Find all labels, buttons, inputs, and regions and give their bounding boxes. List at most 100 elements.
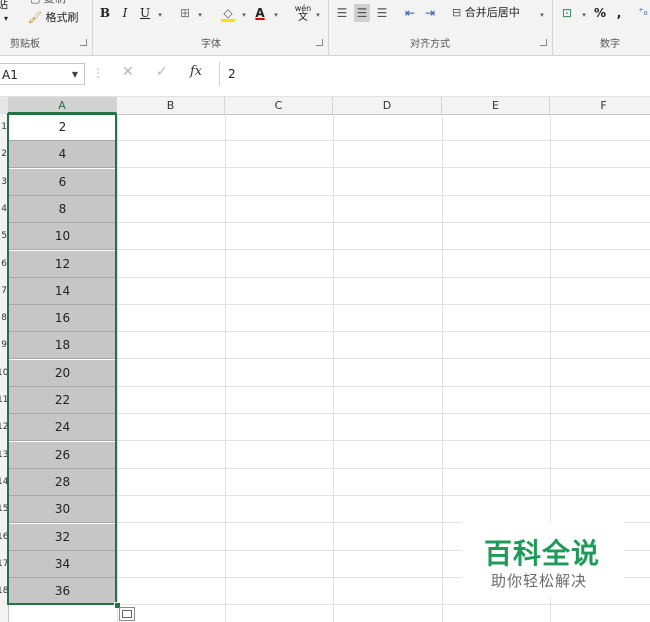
cell-a15[interactable]: 30 — [8, 496, 117, 523]
cancel-entry-icon[interactable]: ✕ — [122, 64, 134, 80]
cell-a8[interactable]: 16 — [8, 305, 117, 332]
paste-label: 粘贴 — [0, 0, 8, 11]
cell-a4[interactable]: 8 — [8, 196, 117, 223]
cell-a5[interactable]: 10 — [8, 223, 117, 250]
align-right-icon[interactable]: ☰ — [374, 4, 390, 22]
font-color-dropdown-icon[interactable]: ▾ — [270, 4, 280, 22]
row-header[interactable]: 12 — [0, 422, 8, 432]
accounting-format-icon[interactable]: ⊡ — [558, 4, 576, 22]
row-header[interactable]: 6 — [0, 259, 7, 269]
percent-button[interactable]: % — [592, 4, 608, 22]
cell-a16[interactable]: 32 — [8, 524, 117, 551]
ribbon: 粘贴 ▾ ▢ 复制 🖌 格式刷 剪贴板 B I U ▾ ⊞ ▾ ◇ ▾ A ▾ … — [0, 0, 650, 56]
row-header[interactable]: 14 — [0, 477, 8, 487]
name-box-dropdown-icon[interactable]: ▼ — [72, 64, 78, 86]
merge-dropdown-icon[interactable]: ▾ — [536, 4, 546, 22]
column-header-c[interactable]: C — [225, 97, 333, 114]
column-header-d[interactable]: D — [333, 97, 442, 114]
comma-button[interactable]: , — [614, 4, 624, 22]
borders-dropdown-icon[interactable]: ▾ — [194, 4, 204, 22]
group-divider — [92, 0, 93, 55]
row-header[interactable]: 1 — [0, 122, 7, 132]
format-painter-button[interactable]: 🖌 格式刷 — [28, 11, 78, 25]
font-group-label: 字体 — [201, 39, 221, 50]
formula-bar-splitter-icon[interactable]: ⋮ — [92, 66, 104, 80]
row-header[interactable]: 13 — [0, 450, 8, 460]
borders-icon[interactable]: ⊞ — [178, 4, 192, 22]
paste-dropdown-icon[interactable]: ▾ — [4, 12, 8, 26]
copy-icon: ▢ — [30, 0, 40, 5]
row-header[interactable]: 2 — [0, 149, 7, 159]
copy-label: 复制 — [44, 0, 66, 5]
name-box-value: A1 — [2, 68, 18, 82]
cell-a2[interactable]: 4 — [8, 141, 117, 168]
row-header[interactable]: 9 — [0, 340, 7, 350]
merge-center-button[interactable]: ⊟ 合并后居中 — [452, 4, 532, 22]
grid-line — [333, 114, 334, 622]
formula-input[interactable]: 2 — [219, 62, 650, 86]
insert-function-icon[interactable]: fx — [190, 64, 202, 79]
grid-line — [225, 114, 226, 622]
underline-button[interactable]: U — [138, 4, 152, 22]
row-header[interactable]: 17 — [0, 559, 8, 569]
group-divider — [328, 0, 329, 55]
row-header[interactable]: 5 — [0, 231, 7, 241]
underline-dropdown-icon[interactable]: ▾ — [154, 4, 164, 22]
row-header[interactable]: 8 — [0, 313, 7, 323]
alignment-dialog-launcher-icon[interactable] — [540, 39, 547, 46]
formula-bar: A1 ▼ ⋮ ✕ ✓ fx 2 — [0, 56, 650, 97]
cell-a6[interactable]: 12 — [8, 251, 117, 278]
cell-a10[interactable]: 20 — [8, 360, 117, 387]
row-header[interactable]: 3 — [0, 177, 7, 187]
cell-a12[interactable]: 24 — [8, 414, 117, 441]
clipboard-dialog-launcher-icon[interactable] — [80, 39, 87, 46]
row-header[interactable]: 11 — [0, 395, 8, 405]
font-color-icon[interactable]: A — [252, 4, 268, 22]
confirm-entry-icon[interactable]: ✓ — [156, 64, 168, 80]
cell-a14[interactable]: 28 — [8, 469, 117, 496]
column-header-e[interactable]: E — [442, 97, 550, 114]
column-header-a[interactable]: A — [8, 97, 117, 114]
cell-a11[interactable]: 22 — [8, 387, 117, 414]
row-header[interactable]: 7 — [0, 286, 7, 296]
name-box[interactable]: A1 ▼ — [0, 63, 85, 85]
fill-color-dropdown-icon[interactable]: ▾ — [238, 4, 248, 22]
group-divider — [552, 0, 553, 55]
bold-button[interactable]: B — [98, 4, 112, 22]
row-header[interactable]: 10 — [0, 368, 8, 378]
merge-center-label: 合并后居中 — [464, 6, 520, 19]
cell-a7[interactable]: 14 — [8, 278, 117, 305]
alignment-group-label: 对齐方式 — [410, 39, 450, 50]
increase-indent-icon[interactable]: ⇥ — [422, 4, 438, 22]
row-header[interactable]: 18 — [0, 586, 8, 596]
phonetic-guide-icon[interactable]: wén 文 — [294, 4, 312, 23]
align-center-icon[interactable]: ☰ — [354, 4, 370, 22]
row-header[interactable]: 16 — [0, 532, 8, 542]
column-header-b[interactable]: B — [117, 97, 225, 114]
grid-line — [117, 114, 118, 622]
fill-color-icon[interactable]: ◇ — [220, 4, 236, 22]
grid-line — [442, 114, 443, 622]
row-header[interactable]: 4 — [0, 204, 7, 214]
cell-a13[interactable]: 26 — [8, 442, 117, 469]
align-left-icon[interactable]: ☰ — [334, 4, 350, 22]
italic-button[interactable]: I — [118, 4, 132, 22]
accounting-dropdown-icon[interactable]: ▾ — [578, 4, 588, 22]
decrease-indent-icon[interactable]: ⇤ — [402, 4, 418, 22]
cell-a18[interactable]: 36 — [8, 578, 117, 605]
increase-decimal-icon[interactable]: ⁺₀ — [636, 4, 650, 22]
quick-analysis-icon[interactable] — [119, 607, 135, 621]
cell-a3[interactable]: 6 — [8, 169, 117, 196]
copy-button[interactable]: ▢ 复制 — [30, 0, 66, 6]
phonetic-dropdown-icon[interactable]: ▾ — [312, 4, 322, 22]
font-dialog-launcher-icon[interactable] — [316, 39, 323, 46]
watermark: 百科全说 助你轻松解决 — [462, 522, 624, 598]
cell-a17[interactable]: 34 — [8, 551, 117, 578]
row-header[interactable]: 15 — [0, 504, 8, 514]
cell-a9[interactable]: 18 — [8, 332, 117, 359]
column-headers: A B C D E F — [0, 97, 650, 115]
column-header-f[interactable]: F — [550, 97, 650, 114]
paste-button[interactable]: 粘贴 — [0, 0, 8, 12]
merge-center-icon: ⊟ — [452, 6, 462, 19]
cell-a1[interactable]: 2 — [8, 114, 117, 141]
